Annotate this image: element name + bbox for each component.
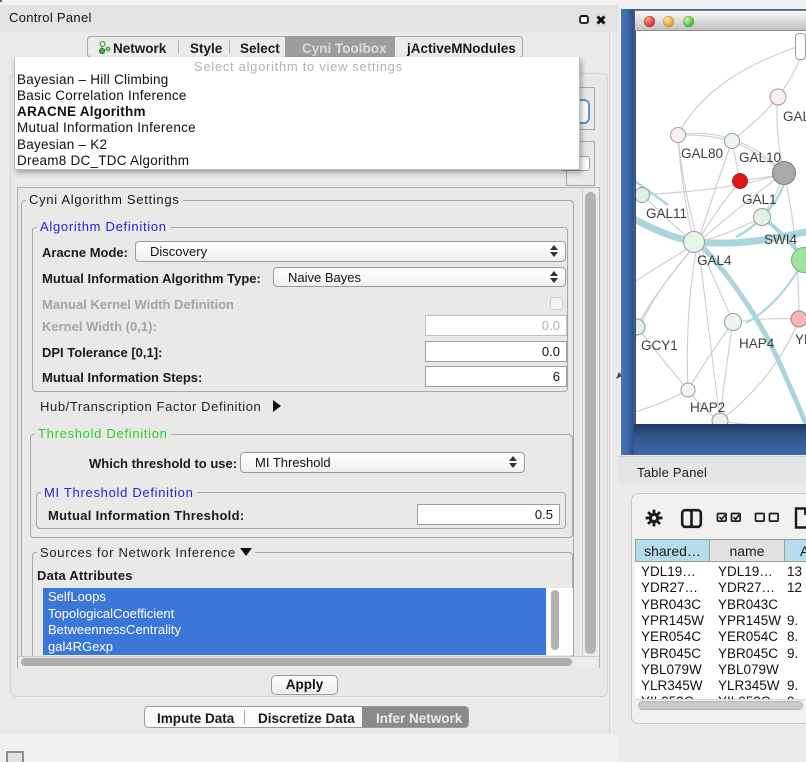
svg-text:HAP4: HAP4 bbox=[739, 336, 775, 351]
svg-text:GAL4: GAL4 bbox=[697, 253, 732, 268]
svg-text:GAL10: GAL10 bbox=[739, 150, 781, 165]
svg-text:GCY1: GCY1 bbox=[641, 338, 678, 353]
svg-text:SWI4: SWI4 bbox=[764, 232, 797, 247]
svg-text:GAL2: GAL2 bbox=[783, 109, 806, 124]
svg-text:GAL1: GAL1 bbox=[742, 192, 777, 207]
svg-text:HAP2: HAP2 bbox=[690, 400, 725, 415]
svg-text:YM: YM bbox=[795, 332, 806, 347]
svg-text:GAL80: GAL80 bbox=[681, 146, 723, 161]
svg-text:GAL11: GAL11 bbox=[646, 206, 687, 221]
